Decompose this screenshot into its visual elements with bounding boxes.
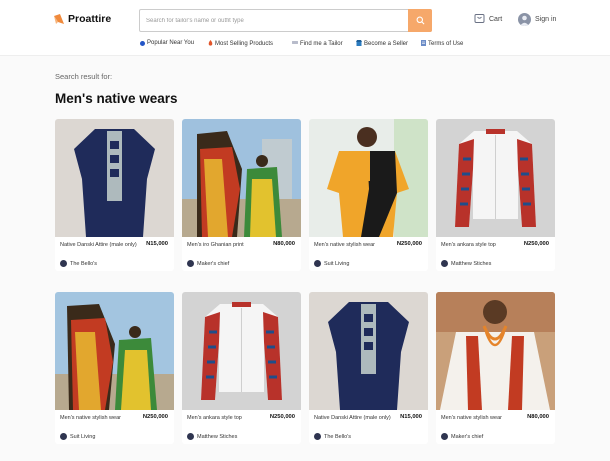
- product-name: Men's native stylish wear: [60, 415, 121, 421]
- seller-info[interactable]: Suit Living: [314, 260, 349, 267]
- product-card[interactable]: Men's native stylish wear N250,000 Suit …: [55, 292, 174, 444]
- product-card[interactable]: Men's ankara style top N250,000 Matthew …: [436, 119, 555, 271]
- nav-label: Most Selling Products: [215, 41, 274, 47]
- seller-info[interactable]: Suit Living: [60, 433, 95, 440]
- seller-name: Matthew Stiches: [451, 260, 492, 267]
- nav-find-me-a-tailor[interactable]: Find me a Tailor: [292, 40, 343, 47]
- search-icon: [416, 12, 425, 30]
- product-name: Native Danski Attire (male only): [314, 415, 391, 421]
- user-icon: [518, 13, 531, 26]
- seller-avatar: [60, 260, 67, 267]
- seller-avatar: [441, 260, 448, 267]
- shop-icon: [356, 40, 362, 48]
- cart-button[interactable]: Cart: [474, 13, 502, 26]
- nav-popular-near-you[interactable]: Popular Near You: [140, 40, 194, 46]
- top-header: Proattire Cart Sig: [0, 0, 610, 56]
- seller-name: Matthew Stiches: [197, 433, 238, 440]
- product-image[interactable]: [436, 292, 555, 410]
- product-name: Men's native stylish wear: [314, 242, 375, 248]
- product-image[interactable]: [182, 292, 301, 410]
- seller-avatar: [187, 260, 194, 267]
- logo[interactable]: Proattire: [54, 13, 111, 25]
- document-icon: [421, 40, 426, 48]
- seller-avatar: [60, 433, 67, 440]
- search-button[interactable]: [408, 9, 432, 32]
- seller-name: The Bello's: [70, 260, 98, 267]
- product-price: N80,000: [527, 414, 549, 420]
- seller-name: Maker's chief: [197, 260, 230, 267]
- product-card[interactable]: Men's native stylish wear N80,000 Maker'…: [436, 292, 555, 444]
- seller-info[interactable]: The Bello's: [314, 433, 351, 440]
- product-name: Men's ankara style top: [441, 242, 496, 248]
- tailor-icon: [292, 40, 298, 47]
- product-price: N80,000: [273, 241, 295, 247]
- seller-info[interactable]: Matthew Stiches: [441, 260, 491, 267]
- product-card[interactable]: Native Danski Attire (male only) N15,000…: [55, 119, 174, 271]
- product-card[interactable]: Men's native stylish wear N250,000 Suit …: [309, 119, 428, 271]
- product-price: N250,000: [269, 414, 295, 420]
- seller-avatar: [314, 433, 321, 440]
- seller-name: The Bello's: [324, 433, 352, 440]
- product-image[interactable]: [55, 292, 174, 410]
- search-bar: [139, 9, 432, 32]
- seller-name: Suit Living: [70, 433, 96, 440]
- nav-label: Become a Seller: [364, 41, 409, 47]
- nav-become-a-seller[interactable]: Become a Seller: [356, 40, 408, 48]
- product-name: Men's ankara style top: [187, 415, 242, 421]
- product-card[interactable]: Men's ankara style top N250,000 Matthew …: [182, 292, 301, 444]
- product-name: Native Danski Attire (male only): [60, 242, 137, 248]
- seller-avatar: [314, 260, 321, 267]
- nav-label: Popular Near You: [147, 40, 195, 46]
- nav-terms-of-use[interactable]: Terms of Use: [421, 40, 463, 48]
- product-name: Men's iro Ghanian print: [187, 242, 244, 248]
- page-title: Men's native wears: [55, 91, 178, 106]
- product-price: N250,000: [396, 241, 422, 247]
- seller-avatar: [441, 433, 448, 440]
- seller-name: Suit Living: [324, 260, 350, 267]
- product-image[interactable]: [309, 292, 428, 410]
- sign-in-label: Sign in: [535, 16, 557, 23]
- cart-label: Cart: [489, 16, 503, 23]
- search-result-label: Search result for:: [55, 72, 113, 81]
- product-image[interactable]: [309, 119, 428, 237]
- product-image[interactable]: [55, 119, 174, 237]
- seller-info[interactable]: Maker's chief: [187, 260, 229, 267]
- product-price: N250,000: [523, 241, 549, 247]
- nav-label: Terms of Use: [428, 41, 464, 47]
- seller-info[interactable]: Matthew Stiches: [187, 433, 237, 440]
- product-price: N250,000: [142, 414, 168, 420]
- location-dot-icon: [140, 40, 145, 46]
- product-image[interactable]: [182, 119, 301, 237]
- product-name: Men's native stylish wear: [441, 415, 502, 421]
- cart-icon: [474, 13, 485, 26]
- search-input[interactable]: [140, 10, 408, 31]
- seller-avatar: [187, 433, 194, 440]
- fire-icon: [208, 40, 213, 48]
- sign-in-button[interactable]: Sign in: [518, 13, 556, 26]
- nav-label: Find me a Tailor: [300, 40, 343, 47]
- seller-info[interactable]: Maker's chief: [441, 433, 483, 440]
- product-image[interactable]: [436, 119, 555, 237]
- product-card[interactable]: Men's iro Ghanian print N80,000 Maker's …: [182, 119, 301, 271]
- logo-text: Proattire: [68, 13, 112, 25]
- product-card[interactable]: Native Danski Attire (male only) N15,000…: [309, 292, 428, 444]
- product-price: N15,000: [146, 241, 168, 247]
- seller-info[interactable]: The Bello's: [60, 260, 97, 267]
- nav-most-selling-products[interactable]: Most Selling Products: [208, 40, 273, 48]
- seller-name: Maker's chief: [451, 433, 484, 440]
- logo-icon: [54, 14, 64, 24]
- product-price: N15,000: [400, 414, 422, 420]
